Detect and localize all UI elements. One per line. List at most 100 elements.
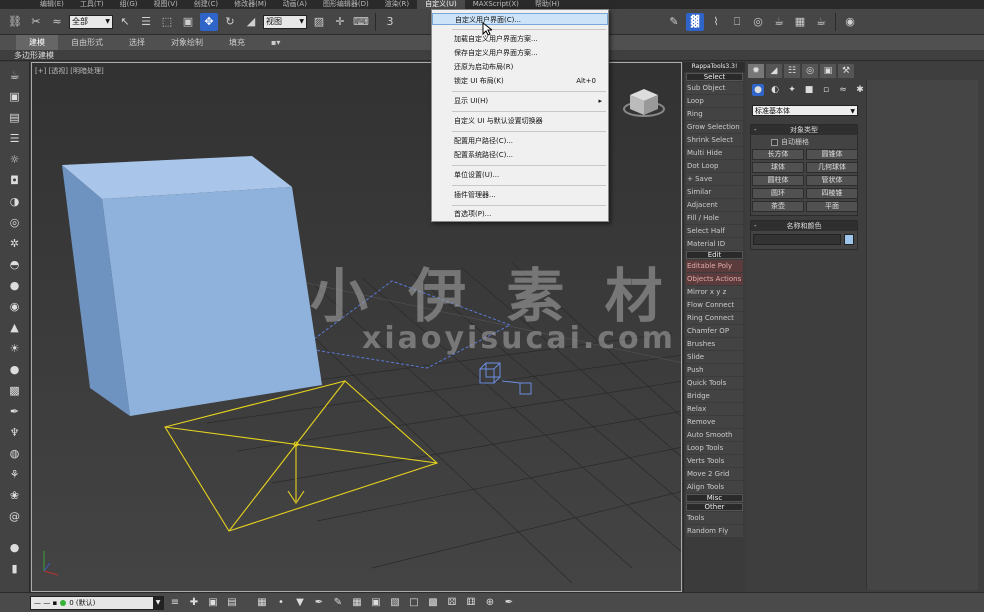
paint-icon[interactable]: ✎ [330, 595, 346, 611]
name-color-header[interactable]: - 名称和颜色 [751, 221, 857, 231]
menu-item-customize-ui[interactable]: 自定义用户界面(C)... [432, 13, 608, 25]
window-crossing-icon[interactable]: ▣ [179, 13, 197, 31]
object-type-button[interactable]: 圆柱体 [752, 175, 804, 186]
menu-edit[interactable]: 编辑(E) [0, 0, 72, 9]
menu-item-ui-switcher[interactable]: 自定义 UI 与默认设置切换器 [432, 115, 608, 127]
bind-spacewarp-icon[interactable]: ≈ [48, 13, 66, 31]
rappa-button[interactable]: Dot Loop [686, 160, 743, 172]
rappa-button[interactable]: Select Half [686, 225, 743, 237]
cone-icon[interactable]: ▲ [6, 318, 24, 336]
menu-rendering[interactable]: 渲染(R) [377, 0, 417, 9]
menu-item-revert-layout[interactable]: 还原为启动布局(R) [432, 61, 608, 73]
sun-icon[interactable]: ☀ [6, 339, 24, 357]
object-type-button[interactable]: 茶壶 [752, 201, 804, 212]
rappa-button[interactable]: Ring Connect [686, 312, 743, 324]
rappa-button[interactable]: Multi Hide [686, 147, 743, 159]
dome-icon[interactable]: ◓ [6, 255, 24, 273]
select-object-icon[interactable]: ↖ [116, 13, 134, 31]
rappa-button[interactable]: Mirror x y z [686, 286, 743, 298]
paint-icon[interactable]: ✒ [6, 402, 24, 420]
hair-icon[interactable]: ⚘ [6, 465, 24, 483]
rappa-button[interactable]: Tools [686, 512, 743, 524]
pivot-icon[interactable]: ▧ [387, 595, 403, 611]
menu-help[interactable]: 帮助(H) [527, 0, 568, 9]
rappa-button[interactable]: Material ID [686, 238, 743, 250]
rappa-button[interactable]: Fill / Hole [686, 212, 743, 224]
menu-graph-editors[interactable]: 图形编辑器(D) [315, 0, 377, 9]
mirror-icon[interactable]: ▓ [686, 12, 704, 31]
tab-populate[interactable]: 填充 [216, 35, 258, 50]
rappa-button[interactable]: Chamfer OP [686, 325, 743, 337]
object-type-header[interactable]: - 对象类型 [751, 125, 857, 135]
ball-icon[interactable]: ● [6, 276, 24, 294]
globe-icon[interactable]: ◍ [6, 444, 24, 462]
spiral-icon[interactable]: @ [6, 507, 24, 525]
menu-item-plugin-manager[interactable]: 插件管理器... [432, 189, 608, 201]
hierarchy-tab-icon[interactable]: ☷ [784, 64, 800, 78]
motion-tab-icon[interactable]: ◎ [802, 64, 818, 78]
utilities-tab-icon[interactable]: ⚒ [838, 64, 854, 78]
systems-icon[interactable]: ✱ [854, 84, 866, 96]
shell-icon[interactable]: ◉ [6, 297, 24, 315]
object-type-button[interactable]: 长方体 [752, 149, 804, 160]
rappa-button[interactable]: Adjacent [686, 199, 743, 211]
rappa-button[interactable]: Align Tools [686, 481, 743, 493]
checkbox-box[interactable] [771, 138, 778, 146]
rappa-button[interactable]: Relax [686, 403, 743, 415]
object-color-swatch[interactable] [844, 234, 854, 245]
spacewarps-icon[interactable]: ≈ [837, 84, 849, 96]
film-icon[interactable]: ▤ [6, 108, 24, 126]
object-type-button[interactable]: 四棱锥 [806, 188, 858, 199]
rappa-section-other[interactable]: Other [686, 503, 743, 511]
battery-icon[interactable]: ▮ [6, 559, 24, 577]
rappa-button[interactable]: Objects Actions [686, 273, 743, 285]
object-type-button[interactable]: 平面 [806, 201, 858, 212]
object-type-button[interactable]: 几何球体 [806, 162, 858, 173]
tag-icon[interactable]: ✒ [501, 595, 517, 611]
rappa-button[interactable]: Move 2 Grid [686, 468, 743, 480]
object-type-button[interactable]: 管状体 [806, 175, 858, 186]
helpers-icon[interactable]: ▫ [820, 84, 832, 96]
viewport-label[interactable]: [+] [透视] [明暗处理] [35, 66, 104, 76]
rappa-section-edit[interactable]: Edit [686, 251, 743, 259]
rappa-button[interactable]: Grow Selection [686, 121, 743, 133]
white-sphere-icon[interactable]: ● [6, 538, 24, 556]
object-type-button[interactable]: 球体 [752, 162, 804, 173]
menu-item-show-ui[interactable]: 显示 UI(H) ▸ [432, 95, 608, 107]
ref-coord-combo[interactable]: 视图 ▼ [263, 14, 307, 29]
selection-filter-combo[interactable]: 全部 ▼ [69, 14, 113, 29]
link-icon[interactable]: ⛓ [6, 13, 24, 31]
snap-toggle-icon[interactable]: 3 [381, 13, 399, 31]
layer-props-icon[interactable]: ▤ [224, 595, 240, 611]
lights-icon[interactable]: ✦ [786, 84, 798, 96]
torus-icon[interactable]: ◎ [6, 213, 24, 231]
display-tab-icon[interactable]: ▣ [820, 64, 836, 78]
rappa-button[interactable]: Flow Connect [686, 299, 743, 311]
rappa-button[interactable]: Loop Tools [686, 442, 743, 454]
shirt-icon[interactable]: ▼ [292, 595, 308, 611]
material-editor-icon[interactable]: ◎ [749, 13, 767, 31]
rappa-button[interactable]: Editable Poly [686, 260, 743, 272]
unlink-icon[interactable]: ✂ [27, 13, 45, 31]
keyboard-shortcut-icon[interactable]: ⌨ [352, 13, 370, 31]
menu-create[interactable]: 创建(C) [186, 0, 226, 9]
primitive-category-combo[interactable]: 标准基本体 ▼ [752, 105, 858, 116]
rappa-button[interactable]: Sub Object [686, 82, 743, 94]
rappa-button[interactable]: Remove [686, 416, 743, 428]
menu-animation[interactable]: 动画(A) [275, 0, 315, 9]
rappa-button[interactable]: Verts Tools [686, 455, 743, 467]
rappa-button[interactable]: Loop [686, 95, 743, 107]
menu-item-save-scheme[interactable]: 保存自定义用户界面方案... [432, 47, 608, 59]
crosshair-icon[interactable]: ⊕ [482, 595, 498, 611]
rappa-button[interactable]: + Save [686, 173, 743, 185]
shapes-icon[interactable]: ◐ [769, 84, 781, 96]
object-type-button[interactable]: 圆锥体 [806, 149, 858, 160]
rappa-button[interactable]: Push [686, 364, 743, 376]
helper-icon[interactable]: ✲ [6, 234, 24, 252]
rappa-button[interactable]: Similar [686, 186, 743, 198]
grid-icon[interactable]: ▦ [349, 595, 365, 611]
checker-icon[interactable]: ▩ [6, 381, 24, 399]
checker-icon[interactable]: ▩ [425, 595, 441, 611]
frame-icon[interactable]: ▣ [368, 595, 384, 611]
menu-views[interactable]: 视图(V) [146, 0, 186, 9]
